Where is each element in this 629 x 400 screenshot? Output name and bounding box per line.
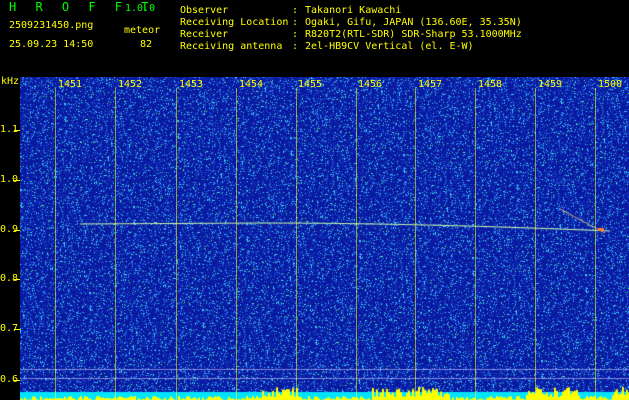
- x-tick-1451: 1451: [58, 79, 83, 90]
- spectrogram-canvas: [20, 77, 629, 400]
- antenna-value: 2el-HB9CV Vertical (el. E-W): [305, 41, 474, 52]
- meteor-count: 82: [140, 39, 153, 50]
- app-version: 1.0.0: [125, 3, 156, 14]
- x-tick-1452: 1452: [118, 79, 143, 90]
- y-tick-mark: [14, 279, 20, 280]
- x-tick-line: [176, 88, 177, 400]
- x-tick-line: [55, 88, 56, 400]
- x-tick-line: [535, 88, 536, 400]
- location-key: Receiving Location: [180, 17, 289, 28]
- x-tick-1456: 1456: [358, 79, 383, 90]
- y-axis-unit: kHz: [1, 76, 20, 87]
- x-tick-line: [296, 88, 297, 400]
- meteor-label: meteor: [124, 25, 161, 36]
- observer-key: Observer: [180, 5, 229, 16]
- antenna-key: Receiving antenna: [180, 41, 283, 52]
- y-tick-mark: [14, 380, 20, 381]
- location-sep: :: [292, 17, 299, 28]
- x-tick-1458: 1458: [478, 79, 503, 90]
- x-tick-line: [356, 88, 357, 400]
- x-tick-line: [236, 88, 237, 400]
- observer-value: Takanori Kawachi: [305, 5, 402, 16]
- x-tick-1455: 1455: [298, 79, 323, 90]
- x-tick-1453: 1453: [179, 79, 204, 90]
- antenna-sep: :: [292, 41, 299, 52]
- observer-sep: :: [292, 5, 299, 16]
- y-tick-mark: [14, 180, 20, 181]
- x-tick-line: [595, 88, 596, 400]
- receiver-sep: :: [292, 29, 299, 40]
- receiver-key: Receiver: [180, 29, 229, 40]
- x-tick-line: [415, 88, 416, 400]
- x-tick-1500: 1500: [598, 79, 623, 90]
- location-value: Ogaki, Gifu, JAPAN (136.60E, 35.35N): [305, 17, 522, 28]
- y-tick-mark: [14, 230, 20, 231]
- x-tick-1459: 1459: [538, 79, 563, 90]
- receiver-value: R820T2(RTL-SDR) SDR-Sharp 53.1000MHz: [305, 29, 522, 40]
- y-tick-mark: [14, 130, 20, 131]
- capture-filename: 2509231450.png: [9, 20, 94, 31]
- hroft-window: H R O F F T 1.0.0 2509231450.png meteor …: [0, 0, 629, 400]
- x-tick-line: [475, 88, 476, 400]
- x-tick-1457: 1457: [418, 79, 443, 90]
- x-tick-line: [115, 88, 116, 400]
- capture-datetime: 25.09.23 14:50: [9, 39, 94, 50]
- x-tick-1454: 1454: [239, 79, 264, 90]
- y-tick-mark: [14, 329, 20, 330]
